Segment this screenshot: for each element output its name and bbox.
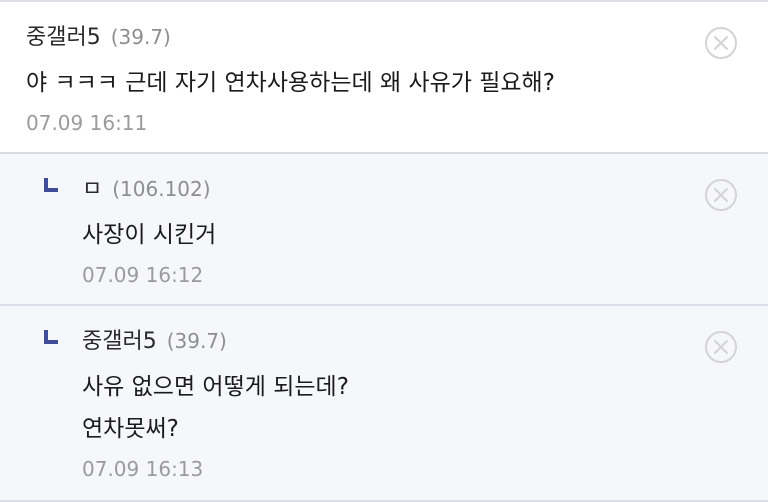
comment-item: 중갤러5 (39.7) 야 ㅋㅋㅋ 근데 자기 연차사용하는데 왜 사유가 필요해… <box>0 2 768 154</box>
reply-timestamp: 07.09 16:12 <box>82 263 204 287</box>
comment-timestamp: 07.09 16:11 <box>26 111 148 135</box>
comment-text: 야 ㅋㅋㅋ 근데 자기 연차사용하는데 왜 사유가 필요해? <box>26 70 555 96</box>
reply-corner-icon <box>44 178 58 192</box>
reply-timestamp: 07.09 16:13 <box>82 457 204 481</box>
comment-thread: 중갤러5 (39.7) 야 ㅋㅋㅋ 근데 자기 연차사용하는데 왜 사유가 필요해… <box>0 0 768 502</box>
delete-comment-button[interactable] <box>704 26 738 60</box>
reply-text: 연차못써? <box>82 416 179 442</box>
comment-author[interactable]: 중갤러5 <box>26 25 101 50</box>
reply-meta: ㅁ (106.102) <box>82 172 211 206</box>
reply-ip: (106.102) <box>112 177 211 201</box>
delete-reply-button[interactable] <box>704 178 738 212</box>
reply-item: ㅁ (106.102) 사장이 시킨거 07.09 16:12 <box>0 154 768 306</box>
reply-author[interactable]: 중갤러5 <box>82 329 157 354</box>
reply-corner-icon <box>44 330 58 344</box>
reply-ip: (39.7) <box>166 329 227 353</box>
reply-author[interactable]: ㅁ <box>82 177 102 202</box>
reply-text: 사장이 시킨거 <box>82 222 217 248</box>
comment-ip: (39.7) <box>110 25 171 49</box>
reply-item: 중갤러5 (39.7) 사유 없으면 어떻게 되는데? 연차못써? 07.09 1… <box>0 306 768 502</box>
reply-meta: 중갤러5 (39.7) <box>82 324 227 358</box>
delete-reply-button[interactable] <box>704 330 738 364</box>
comment-meta: 중갤러5 (39.7) <box>26 20 171 54</box>
close-circle-icon <box>705 331 737 363</box>
close-circle-icon <box>705 27 737 59</box>
close-circle-icon <box>705 179 737 211</box>
reply-text: 사유 없으면 어떻게 되는데? <box>82 374 349 400</box>
